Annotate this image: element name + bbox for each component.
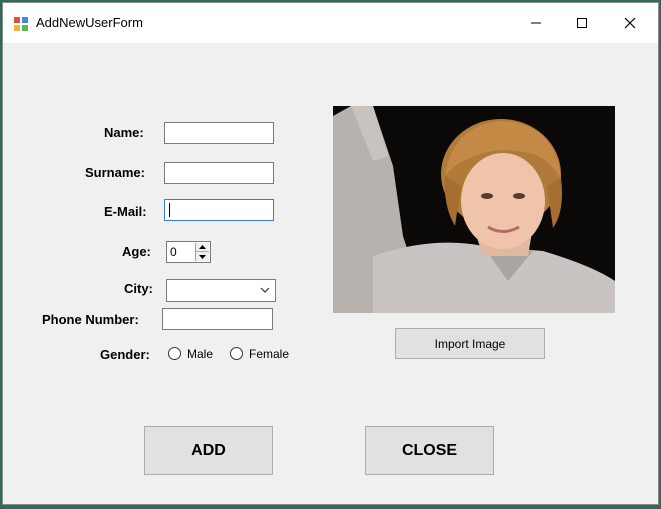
arrow-up-icon <box>199 245 206 249</box>
add-button[interactable]: ADD <box>144 426 273 475</box>
phone-number-label: Phone Number: <box>42 312 139 327</box>
age-value: 0 <box>170 245 177 259</box>
close-icon <box>624 17 636 29</box>
maximize-button[interactable] <box>559 3 605 43</box>
email-input[interactable] <box>164 199 274 221</box>
minimize-icon <box>531 22 541 24</box>
age-decrement-button[interactable] <box>196 252 209 261</box>
close-button[interactable]: CLOSE <box>365 426 494 475</box>
phone-number-input[interactable] <box>162 308 273 330</box>
gender-male-radio[interactable] <box>168 347 181 360</box>
city-label: City: <box>124 281 153 296</box>
age-stepper[interactable]: 0 <box>166 241 211 263</box>
user-photo <box>333 106 615 313</box>
chevron-down-icon <box>260 287 270 293</box>
age-label: Age: <box>122 244 151 259</box>
user-photo-image <box>333 106 615 313</box>
age-spin-buttons <box>195 243 209 261</box>
app-icon <box>14 17 28 31</box>
text-caret <box>169 203 170 217</box>
add-new-user-form-window: AddNewUserForm Name: Surname: E-Mail: Ag… <box>2 2 659 505</box>
name-input[interactable] <box>164 122 274 144</box>
name-label: Name: <box>104 125 144 140</box>
close-window-button[interactable] <box>607 3 653 43</box>
email-label: E-Mail: <box>104 204 147 219</box>
title-bar: AddNewUserForm <box>3 3 658 43</box>
window-title: AddNewUserForm <box>36 15 143 30</box>
surname-input[interactable] <box>164 162 274 184</box>
city-select[interactable] <box>166 279 276 302</box>
maximize-icon <box>577 18 587 28</box>
arrow-down-icon <box>199 254 206 259</box>
age-increment-button[interactable] <box>196 243 209 252</box>
gender-male-label: Male <box>187 347 214 361</box>
import-image-button[interactable]: Import Image <box>395 328 545 359</box>
gender-female-radio[interactable] <box>230 347 243 360</box>
surname-label: Surname: <box>85 165 145 180</box>
minimize-button[interactable] <box>513 3 559 43</box>
gender-label: Gender: <box>100 347 150 362</box>
gender-female-label: Female <box>249 347 290 361</box>
